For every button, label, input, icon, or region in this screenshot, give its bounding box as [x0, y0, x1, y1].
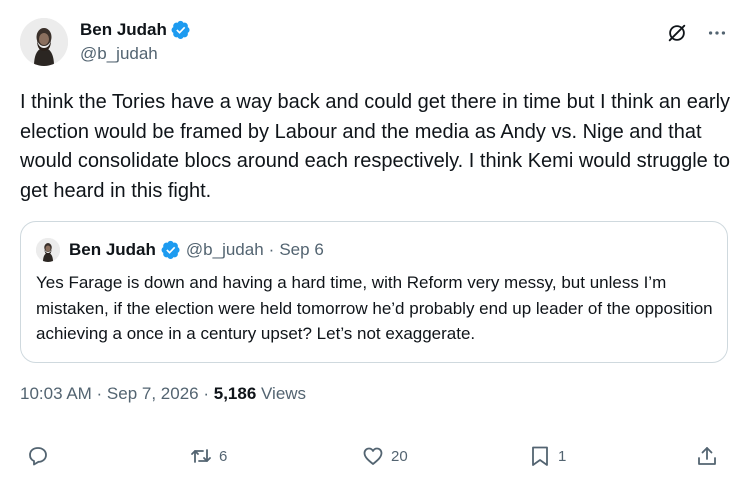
like-count: 20: [391, 447, 408, 465]
more-icon[interactable]: [706, 22, 728, 44]
avatar[interactable]: [20, 18, 68, 66]
like-icon: [363, 447, 383, 465]
bookmark-icon: [532, 446, 548, 466]
author-name-row: Ben Judah: [80, 20, 191, 40]
share-button[interactable]: [695, 444, 719, 468]
quoted-separator: ·: [268, 240, 275, 259]
share-icon: [698, 447, 716, 465]
quoted-date: Sep 6: [279, 240, 324, 259]
like-button[interactable]: 20: [361, 444, 408, 468]
reply-icon: [29, 447, 47, 466]
quoted-text: Yes Farage is down and having a hard tim…: [36, 273, 713, 343]
tweet: Ben Judah @b_judah I think the Tories ha…: [0, 0, 748, 487]
grok-icon[interactable]: [666, 22, 688, 44]
verified-badge-icon[interactable]: [171, 20, 191, 40]
views-count: 5,186: [213, 384, 257, 403]
views-label: Views: [256, 384, 307, 403]
quoted-avatar: [36, 238, 60, 262]
top-actions: [666, 22, 728, 44]
retweet-button[interactable]: 6: [189, 444, 227, 468]
action-bar: 6 20 1: [20, 444, 728, 474]
reply-button[interactable]: [26, 444, 56, 468]
bookmark-button[interactable]: 1: [528, 444, 566, 468]
retweet-count: 6: [219, 447, 228, 465]
quoted-tweet[interactable]: Ben Judah @b_judah · Sep 6 Yes Farage is…: [20, 221, 728, 363]
quoted-header: Ben Judah @b_judah · Sep 6: [36, 238, 324, 262]
tweet-header: Ben Judah @b_judah: [20, 16, 728, 70]
quoted-author-name: Ben Judah: [69, 240, 156, 259]
bookmark-count: 1: [558, 447, 567, 465]
retweet-icon: [191, 449, 211, 463]
quoted-handle: @b_judah: [185, 240, 264, 259]
author-name[interactable]: Ben Judah: [80, 20, 167, 40]
verified-badge-icon: [161, 240, 181, 260]
author-handle[interactable]: @b_judah: [80, 44, 158, 64]
tweet-text: I think the Tories have a way back and c…: [20, 91, 731, 202]
timestamp[interactable]: 10:03 AM · Sep 7, 2026 ·: [20, 384, 214, 404]
tweet-meta: 10:03 AM · Sep 7, 2026 · 5,186 Views: [20, 384, 306, 404]
